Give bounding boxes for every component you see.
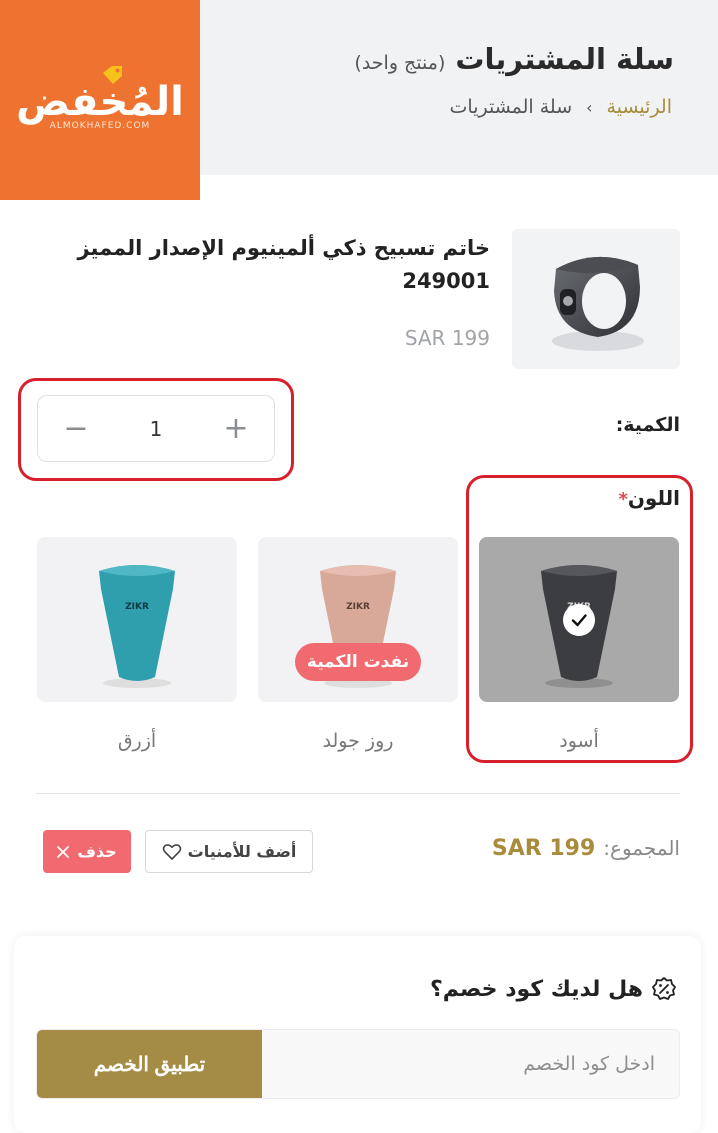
cart-count: (منتج واحد) — [354, 52, 446, 74]
heart-icon — [162, 843, 181, 860]
breadcrumb-separator: › — [586, 97, 593, 117]
breadcrumb-current: سلة المشتريات — [449, 96, 573, 118]
total-label: المجموع: — [603, 836, 680, 860]
page-title-group: سلة المشتريات (منتج واحد) — [354, 42, 674, 76]
coupon-title: هل لديك كود خصم؟ — [430, 976, 677, 1002]
color-name-blue: أزرق — [117, 730, 157, 752]
discount-badge-icon — [652, 977, 676, 1000]
delete-item-button[interactable]: حذف — [43, 830, 131, 873]
cart-total: المجموع: SAR 199 — [492, 836, 680, 861]
divider — [36, 793, 680, 794]
site-logo[interactable]: المُخفض ALMOKHAFED.COM — [0, 0, 200, 200]
apply-coupon-button[interactable]: تطبيق الخصم — [37, 1030, 262, 1098]
product-image[interactable] — [512, 229, 680, 369]
coupon-code-input[interactable] — [261, 1030, 679, 1098]
wishlist-label: أضف للأمنيات — [187, 842, 297, 861]
color-swatch-rose-gold[interactable]: ZIKR نفدت الكمية — [258, 537, 458, 702]
coupon-form: تطبيق الخصم — [36, 1029, 680, 1099]
breadcrumb: الرئيسية › سلة المشتريات — [450, 96, 672, 118]
color-name-rose-gold: روز جولد — [322, 730, 394, 752]
smart-ring-icon — [552, 256, 644, 351]
color-swatch-blue[interactable]: ZIKR — [37, 537, 237, 702]
logo-text: المُخفض — [16, 79, 184, 125]
quantity-highlight-box — [18, 378, 294, 481]
out-of-stock-badge: نفدت الكمية — [295, 643, 421, 681]
ring-brand-label: ZIKR — [346, 602, 370, 612]
product-price: SAR 199 — [404, 326, 490, 350]
total-value: SAR 199 — [491, 836, 596, 861]
breadcrumb-home-link[interactable]: الرئيسية — [607, 96, 672, 118]
quantity-label: الكمية: — [615, 414, 680, 436]
ring-blue-image: ZIKR — [99, 565, 175, 688]
ring-brand-label: ZIKR — [125, 602, 149, 612]
coupon-card: هل لديك كود خصم؟ تطبيق الخصم — [14, 936, 701, 1133]
add-to-wishlist-button[interactable]: أضف للأمنيات — [145, 830, 313, 873]
page-title: سلة المشتريات — [455, 42, 674, 76]
coupon-title-text: هل لديك كود خصم؟ — [429, 976, 643, 1002]
product-name[interactable]: خاتم تسبيح ذكي ألمينيوم الإصدار المميز 2… — [50, 232, 490, 297]
logo-domain: ALMOKHAFED.COM — [49, 121, 151, 131]
close-icon — [57, 845, 70, 858]
delete-label: حذف — [77, 842, 117, 861]
color-highlight-box — [466, 475, 693, 763]
